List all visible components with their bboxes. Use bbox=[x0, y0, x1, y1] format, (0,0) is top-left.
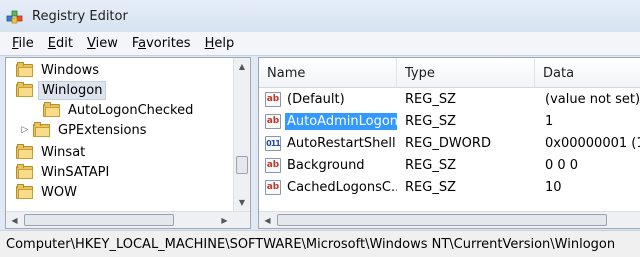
value-data: 0 0 0 bbox=[545, 157, 579, 173]
value-row[interactable]: 011 AutoRestartShell REG_DWORD 0x0000000… bbox=[259, 132, 640, 154]
value-name: Background bbox=[287, 157, 365, 173]
menu-help-post: elp bbox=[214, 36, 235, 51]
string-value-icon: ab bbox=[265, 91, 281, 107]
menu-edit-mnemonic: E bbox=[47, 36, 56, 51]
menu-edit[interactable]: Edit bbox=[41, 36, 80, 51]
tree-horizontal-scrollbar[interactable]: ◀ ▶ bbox=[6, 211, 250, 228]
value-data: 1 bbox=[545, 113, 554, 129]
menu-view[interactable]: View bbox=[80, 36, 125, 51]
folder-icon bbox=[43, 102, 60, 117]
column-header-type[interactable]: Type bbox=[397, 58, 535, 88]
binary-value-icon: 011 bbox=[265, 135, 281, 151]
list-header: Name Type Data bbox=[259, 58, 640, 88]
value-name-cell: 011 AutoRestartShell bbox=[265, 132, 397, 154]
folder-icon bbox=[33, 122, 50, 137]
tree-item-winlogon[interactable]: Winlogon bbox=[16, 80, 107, 100]
expand-arrow-icon[interactable]: ▷ bbox=[20, 125, 30, 135]
tree-item-winsat[interactable]: Winsat bbox=[16, 142, 88, 162]
menu-favorites-mnemonic: a bbox=[138, 36, 147, 51]
value-name: AutoAdminLogon bbox=[285, 112, 397, 130]
value-type: REG_SZ bbox=[405, 179, 456, 195]
value-name-cell: ab Background bbox=[265, 154, 397, 176]
value-name-cell: ab AutoAdminLogon bbox=[265, 110, 397, 132]
tree-item-label: Windows bbox=[41, 62, 100, 78]
tree-item-label: AutoLogonChecked bbox=[68, 102, 194, 118]
scroll-down-arrow-icon[interactable]: ▼ bbox=[234, 194, 250, 211]
menu-favorites[interactable]: Favorites bbox=[125, 36, 198, 51]
value-row[interactable]: ab CachedLogonsC... REG_SZ 10 bbox=[259, 176, 640, 198]
string-value-icon: ab bbox=[265, 179, 281, 195]
tree-item-winsatapi[interactable]: WinSATAPI bbox=[16, 162, 112, 182]
menu-help[interactable]: Help bbox=[198, 36, 242, 51]
menu-file-post: ile bbox=[18, 36, 34, 51]
menu-view-mnemonic: V bbox=[86, 36, 96, 51]
value-type: REG_DWORD bbox=[405, 135, 491, 151]
column-header-data[interactable]: Data bbox=[535, 58, 640, 88]
key-tree-pane[interactable]: Windows Winlogon AutoLogonChecked ▷ GPEx… bbox=[5, 57, 251, 229]
value-type: REG_SZ bbox=[405, 113, 456, 129]
tree-vertical-scrollbar[interactable]: ▲ ▼ bbox=[233, 58, 250, 211]
value-name: CachedLogonsC... bbox=[287, 179, 397, 195]
menu-favorites-post: vorites bbox=[146, 36, 191, 51]
folder-icon bbox=[16, 184, 33, 199]
folder-icon bbox=[16, 144, 33, 159]
key-path: Computer\HKEY_LOCAL_MACHINE\SOFTWARE\Mic… bbox=[6, 236, 616, 252]
list-horizontal-scrollbar[interactable]: ◀ bbox=[259, 211, 640, 228]
tree-item-label: Winsat bbox=[41, 144, 86, 160]
tree-item-label: WinSATAPI bbox=[41, 164, 110, 180]
menu-help-mnemonic: H bbox=[204, 36, 215, 51]
scroll-thumb[interactable] bbox=[24, 214, 174, 226]
value-name-cell: ab (Default) bbox=[265, 88, 397, 110]
values-list-pane[interactable]: Name Type Data ab (Default) REG_SZ (valu… bbox=[258, 57, 640, 229]
status-bar: Computer\HKEY_LOCAL_MACHINE\SOFTWARE\Mic… bbox=[0, 230, 640, 257]
value-type: REG_SZ bbox=[405, 91, 456, 107]
tree-item-label: WOW bbox=[41, 184, 77, 200]
column-header-name[interactable]: Name bbox=[259, 58, 397, 88]
window-title: Registry Editor bbox=[32, 8, 128, 24]
menu-edit-post: dit bbox=[56, 36, 73, 51]
scroll-up-arrow-icon[interactable]: ▲ bbox=[234, 58, 250, 75]
tree-item-label: Winlogon bbox=[38, 80, 107, 100]
folder-open-icon bbox=[16, 82, 33, 97]
scroll-left-arrow-icon[interactable]: ◀ bbox=[259, 212, 276, 228]
value-row[interactable]: ab (Default) REG_SZ (value not set) bbox=[259, 88, 640, 110]
tree-item-windows[interactable]: Windows bbox=[16, 60, 102, 80]
scroll-thumb[interactable] bbox=[277, 214, 607, 226]
value-name: (Default) bbox=[287, 91, 345, 107]
tree-item-label: GPExtensions bbox=[58, 122, 147, 138]
value-data: 0x00000001 (1) bbox=[545, 135, 640, 151]
string-value-icon: ab bbox=[265, 113, 281, 129]
scroll-thumb[interactable] bbox=[236, 156, 248, 174]
value-name-cell: ab CachedLogonsC... bbox=[265, 176, 397, 198]
menu-bar: File Edit View Favorites Help bbox=[0, 32, 640, 56]
tree-item-wow[interactable]: WOW bbox=[16, 182, 80, 202]
folder-icon bbox=[16, 62, 33, 77]
value-row[interactable]: ab Background REG_SZ 0 0 0 bbox=[259, 154, 640, 176]
value-row[interactable]: ab AutoAdminLogon REG_SZ 1 bbox=[259, 110, 640, 132]
tree-item-autologonchecked[interactable]: AutoLogonChecked bbox=[30, 100, 196, 120]
tree-item-gpextensions[interactable]: ▷ GPExtensions bbox=[20, 120, 150, 140]
title-bar: Registry Editor bbox=[0, 0, 640, 32]
value-data: (value not set) bbox=[545, 91, 640, 107]
scroll-right-arrow-icon[interactable]: ▶ bbox=[216, 212, 233, 228]
registry-editor-icon bbox=[6, 10, 23, 24]
folder-icon bbox=[16, 164, 33, 179]
value-data: 10 bbox=[545, 179, 562, 195]
menu-view-post: iew bbox=[95, 36, 118, 51]
value-type: REG_SZ bbox=[405, 157, 456, 173]
value-name: AutoRestartShell bbox=[287, 135, 396, 151]
menu-file[interactable]: File bbox=[0, 36, 41, 51]
scroll-left-arrow-icon[interactable]: ◀ bbox=[6, 212, 23, 228]
string-value-icon: ab bbox=[265, 157, 281, 173]
